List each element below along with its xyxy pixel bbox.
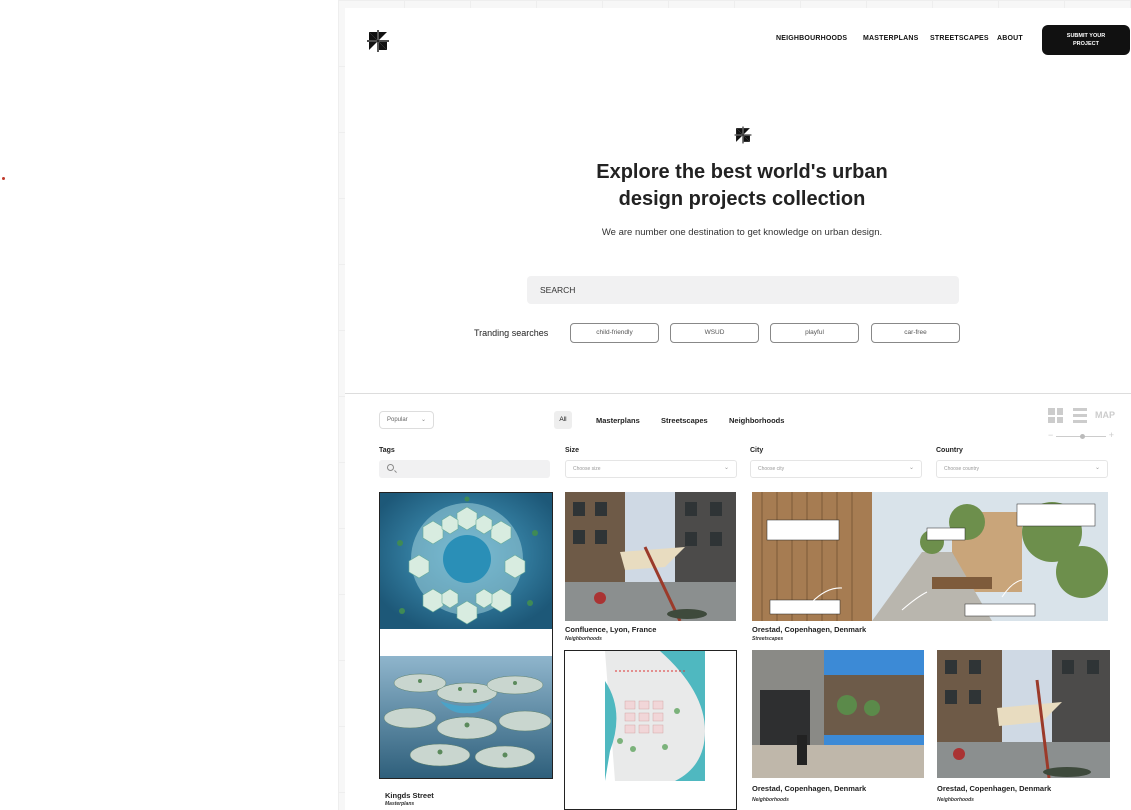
streetscape-diagram-image bbox=[752, 492, 1108, 621]
title-line-1: Explore the best world's urban bbox=[596, 161, 888, 183]
size-placeholder: Choose size bbox=[573, 466, 601, 472]
city-placeholder: Choose city bbox=[758, 466, 785, 472]
trending-label: Tranding searches bbox=[474, 328, 549, 338]
submit-project-button[interactable]: SUBMIT YOUR PROJECT bbox=[1042, 25, 1130, 55]
chevron-down-icon: ⌄ bbox=[420, 417, 426, 423]
title-line-2: design projects collection bbox=[618, 188, 866, 210]
submit-line-2: PROJECT bbox=[1073, 41, 1099, 47]
trend-chip-wsud[interactable]: WSUD bbox=[670, 323, 759, 343]
chevron-down-icon: ⌄ bbox=[723, 465, 729, 471]
size-label: Size bbox=[565, 447, 580, 454]
minus-icon: − bbox=[1048, 430, 1054, 440]
project-card-image[interactable] bbox=[565, 492, 736, 621]
browser-viewport: NEIGHBOURHOODS MASTERPLANS STREETSCAPES … bbox=[0, 0, 1131, 810]
tab-masterplans[interactable]: Masterplans bbox=[596, 416, 640, 425]
project-card-image[interactable] bbox=[752, 650, 924, 778]
list-view-icon[interactable] bbox=[1073, 408, 1087, 423]
search-icon bbox=[387, 464, 394, 471]
plus-icon: + bbox=[1108, 430, 1114, 440]
trend-chip-car-free[interactable]: car-free bbox=[871, 323, 960, 343]
size-select[interactable]: Choose size ⌄ bbox=[565, 460, 737, 478]
section-divider bbox=[345, 393, 1131, 394]
card-category: Masterplans bbox=[385, 801, 415, 807]
site-logo-icon[interactable] bbox=[367, 28, 389, 54]
tab-all[interactable]: All bbox=[554, 411, 572, 429]
map-view-button[interactable]: MAP bbox=[1095, 410, 1115, 420]
nav-masterplans[interactable]: MASTERPLANS bbox=[863, 35, 918, 42]
tab-streetscapes[interactable]: Streetscapes bbox=[661, 416, 708, 425]
card-title[interactable]: Kingds Street bbox=[385, 791, 434, 800]
country-select[interactable]: Choose country ⌄ bbox=[936, 460, 1108, 478]
card-title[interactable]: Orestad, Copenhagen, Denmark bbox=[937, 784, 1051, 793]
slider-handle[interactable] bbox=[1080, 434, 1085, 439]
masterplan-map-image bbox=[565, 651, 736, 809]
project-card-image[interactable] bbox=[379, 492, 553, 779]
chevron-down-icon: ⌄ bbox=[1094, 465, 1100, 471]
plaza-photo-image bbox=[752, 650, 924, 778]
country-label: Country bbox=[936, 447, 963, 454]
trend-chip-playful[interactable]: playful bbox=[770, 323, 859, 343]
card-title[interactable]: Orestad, Copenhagen, Denmark bbox=[752, 625, 866, 634]
trend-chip-child-friendly[interactable]: child-friendly bbox=[570, 323, 659, 343]
card-category: Streetscapes bbox=[752, 636, 784, 642]
hero-logo-icon bbox=[734, 126, 752, 144]
tags-search-input[interactable] bbox=[379, 460, 550, 478]
grid-view-icon[interactable] bbox=[1048, 408, 1063, 423]
card-category: Neighborhoods bbox=[752, 797, 789, 803]
project-card-image[interactable] bbox=[752, 492, 1108, 621]
tab-neighborhoods[interactable]: Neighborhoods bbox=[729, 416, 784, 425]
card-title[interactable]: Confluence, Lyon, France bbox=[565, 625, 656, 634]
submit-line-1: SUBMIT YOUR bbox=[1066, 33, 1106, 39]
street-photo-image bbox=[937, 650, 1110, 778]
page-title: Explore the best world's urban design pr… bbox=[542, 159, 942, 213]
tags-label: Tags bbox=[379, 447, 395, 454]
nav-neighbourhoods[interactable]: NEIGHBOURHOODS bbox=[776, 35, 847, 42]
sort-value: Popular bbox=[387, 417, 408, 423]
website-page: NEIGHBOURHOODS MASTERPLANS STREETSCAPES … bbox=[345, 8, 1131, 810]
page-subtitle: We are number one destination to get kno… bbox=[601, 227, 883, 238]
city-label: City bbox=[750, 447, 764, 454]
floating-city-image bbox=[380, 493, 552, 778]
nav-streetscapes[interactable]: STREETSCAPES bbox=[930, 35, 989, 42]
marker-dot bbox=[2, 177, 5, 180]
project-card-image[interactable] bbox=[564, 650, 737, 810]
sort-select[interactable]: Popular ⌄ bbox=[379, 411, 434, 429]
country-placeholder: Choose country bbox=[944, 466, 980, 472]
card-category: Neighborhoods bbox=[565, 636, 602, 642]
chevron-down-icon: ⌄ bbox=[908, 465, 914, 471]
search-input[interactable]: SEARCH bbox=[527, 276, 959, 304]
street-photo-image bbox=[565, 492, 736, 621]
zoom-slider[interactable]: − + bbox=[1048, 430, 1114, 441]
card-category: Neighborhoods bbox=[937, 797, 974, 803]
project-card-image[interactable] bbox=[937, 650, 1110, 778]
card-title[interactable]: Orestad, Copenhagen, Denmark bbox=[752, 784, 866, 793]
city-select[interactable]: Choose city ⌄ bbox=[750, 460, 922, 478]
nav-about[interactable]: ABOUT bbox=[997, 35, 1023, 42]
